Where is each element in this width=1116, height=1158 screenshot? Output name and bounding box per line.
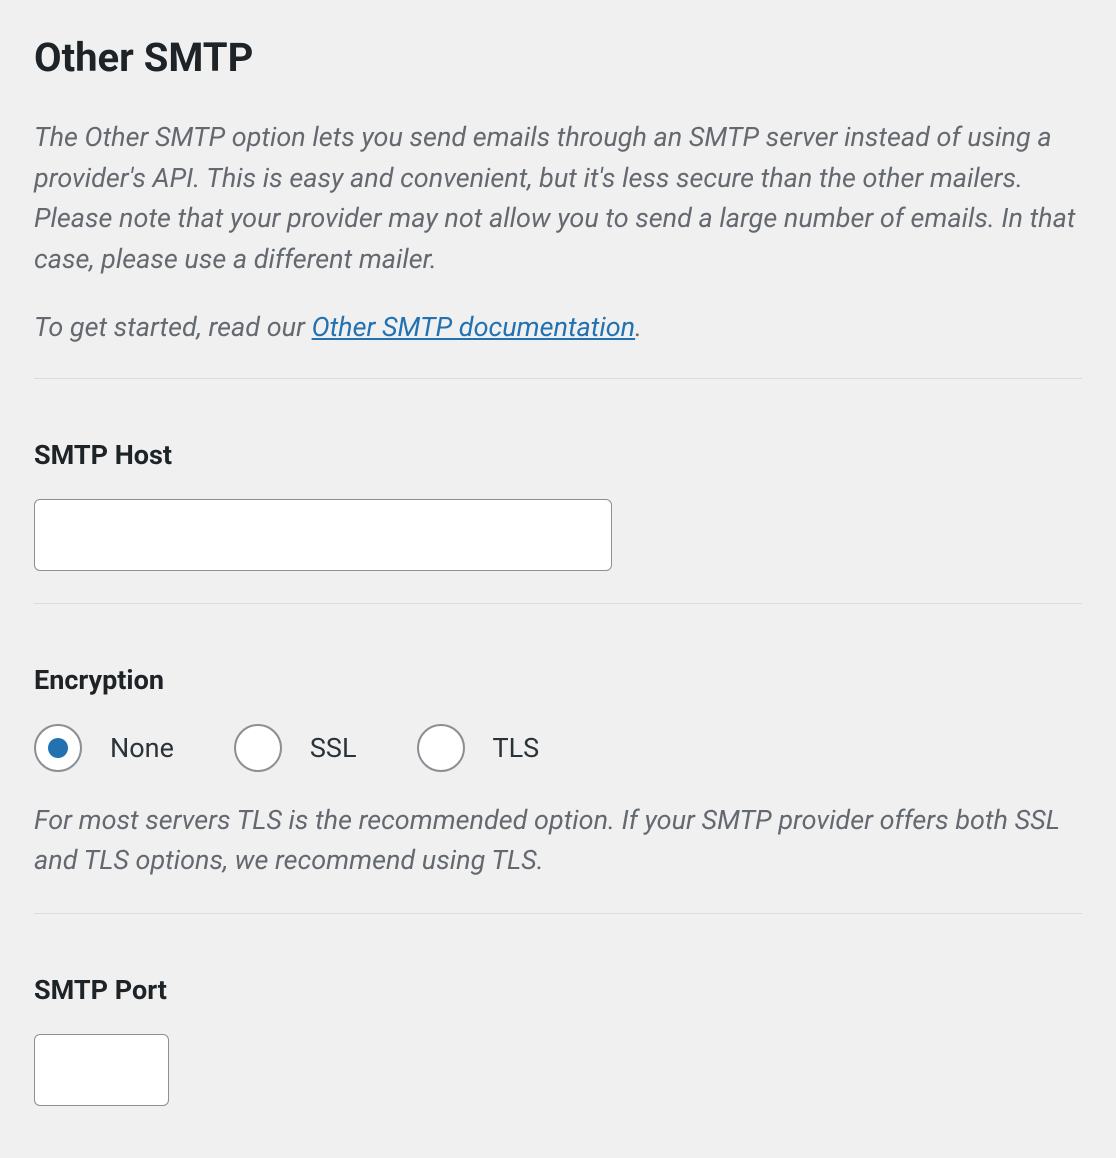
encryption-option-tls[interactable]: TLS xyxy=(417,724,540,772)
radio-icon xyxy=(34,724,82,772)
encryption-label: Encryption xyxy=(34,664,1082,696)
smtp-host-input[interactable] xyxy=(34,499,612,571)
smtp-port-section: SMTP Port xyxy=(34,974,1082,1106)
encryption-radio-group: None SSL TLS xyxy=(34,724,1082,772)
page-title: Other SMTP xyxy=(34,34,1082,81)
encryption-option-none[interactable]: None xyxy=(34,724,174,772)
description-paragraph: The Other SMTP option lets you send emai… xyxy=(34,117,1082,279)
radio-label-text: None xyxy=(110,732,174,764)
smtp-port-label: SMTP Port xyxy=(34,974,1082,1006)
smtp-host-section: SMTP Host xyxy=(34,439,1082,571)
docs-link[interactable]: Other SMTP documentation xyxy=(312,311,636,343)
divider xyxy=(34,913,1082,914)
radio-icon xyxy=(234,724,282,772)
smtp-host-label: SMTP Host xyxy=(34,439,1082,471)
page-description: The Other SMTP option lets you send emai… xyxy=(34,117,1082,348)
docs-lead-text: To get started, read our xyxy=(34,311,312,343)
radio-label-text: SSL xyxy=(310,732,357,764)
encryption-option-ssl[interactable]: SSL xyxy=(234,724,357,772)
docs-paragraph: To get started, read our Other SMTP docu… xyxy=(34,307,1082,348)
divider xyxy=(34,378,1082,379)
radio-label-text: TLS xyxy=(493,732,540,764)
smtp-port-input[interactable] xyxy=(34,1034,169,1106)
divider xyxy=(34,603,1082,604)
radio-icon xyxy=(417,724,465,772)
docs-tail-text: . xyxy=(635,311,642,343)
encryption-section: Encryption None SSL TLS For most servers… xyxy=(34,664,1082,881)
encryption-help-text: For most servers TLS is the recommended … xyxy=(34,800,1082,881)
